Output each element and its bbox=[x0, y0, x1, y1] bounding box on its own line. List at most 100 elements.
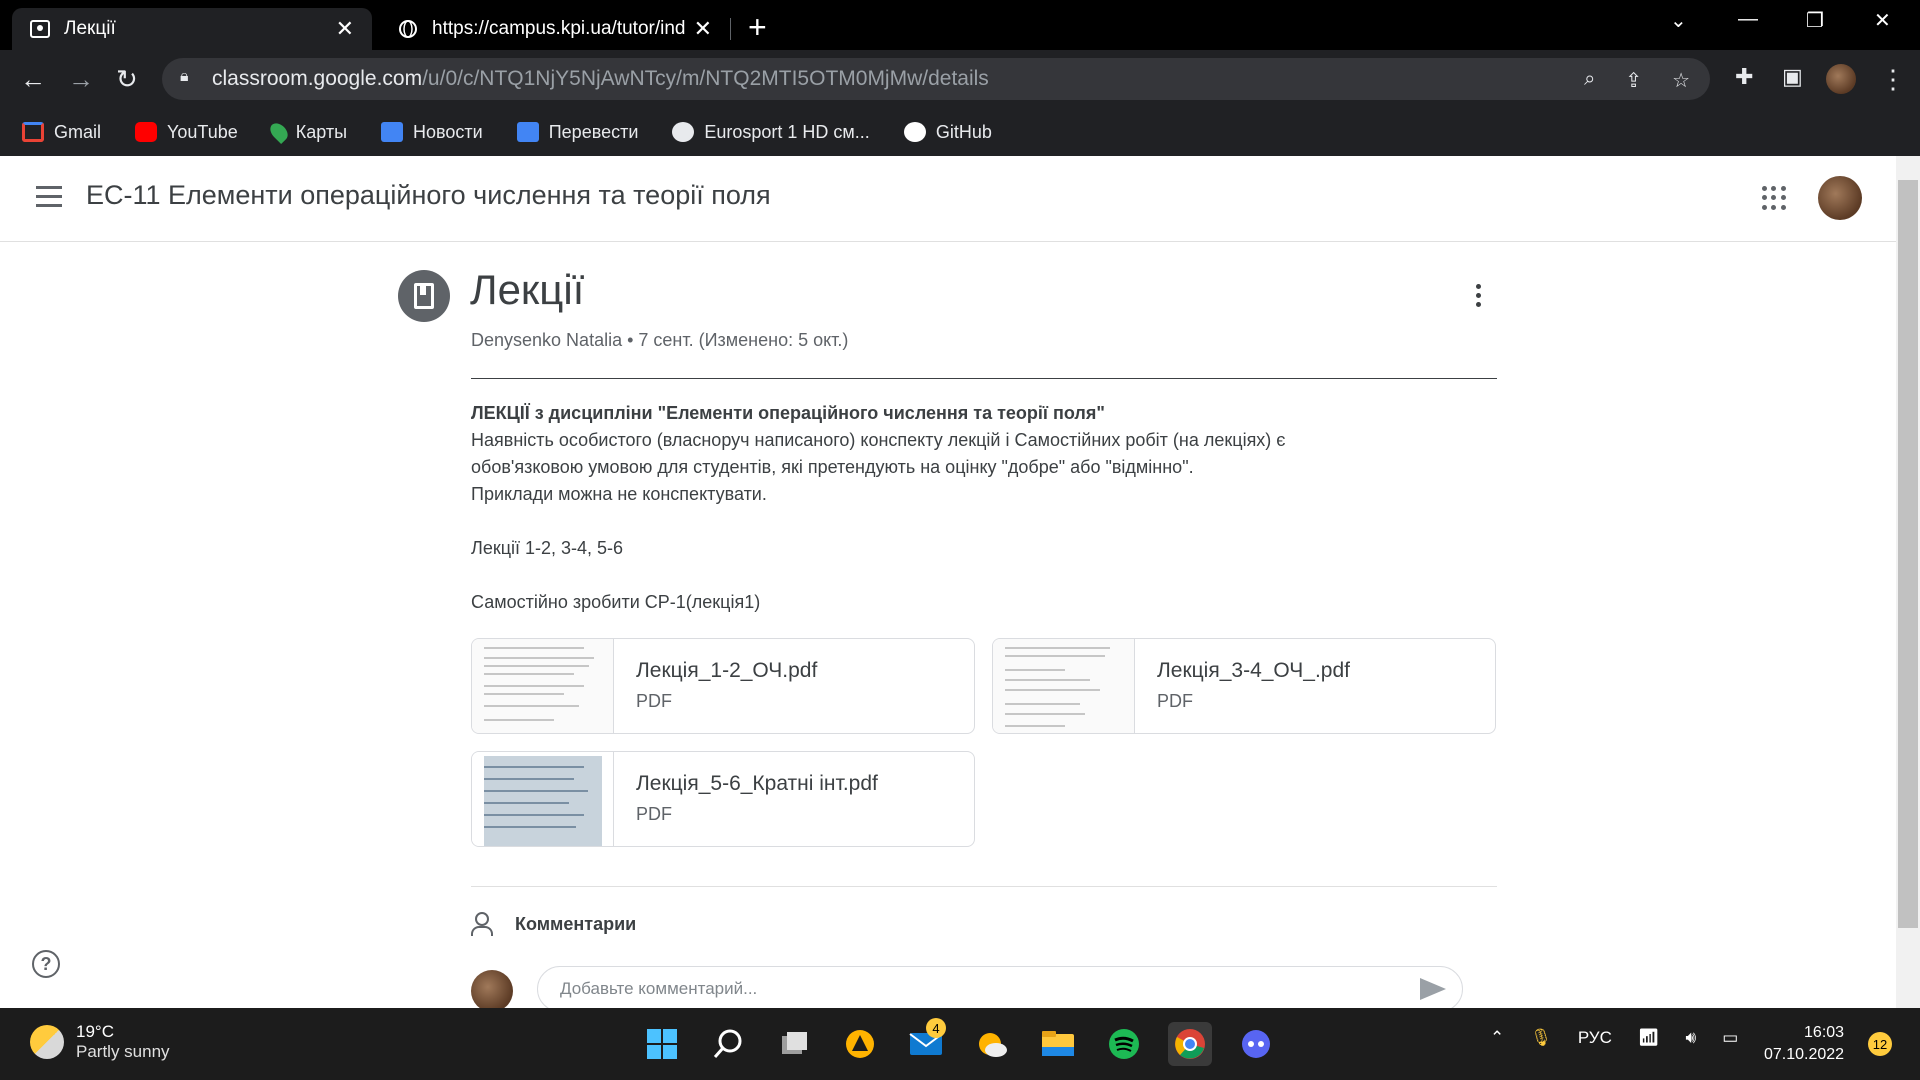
bookmark-eurosport[interactable]: Eurosport 1 HD см... bbox=[672, 122, 870, 143]
google-apps-icon[interactable] bbox=[1762, 186, 1786, 210]
tab-separator bbox=[730, 18, 731, 40]
weather-condition: Partly sunny bbox=[76, 1042, 170, 1061]
description-line: обов'язковою умовою для студентів, які п… bbox=[471, 457, 1194, 477]
chrome-icon[interactable] bbox=[1168, 1022, 1212, 1066]
tab-campus[interactable]: https://campus.kpi.ua/tutor/inde ✕ bbox=[380, 8, 730, 50]
tray-chevron-up-icon[interactable]: ⌃ bbox=[1490, 1028, 1504, 1048]
windows-taskbar: 19°C Partly sunny 4 ⌃ 🎙︎ РУС 📶︎ 🔊︎ ▭ 16:… bbox=[0, 1008, 1920, 1080]
main-menu-icon[interactable] bbox=[36, 186, 62, 213]
volume-icon[interactable]: 🔊︎ bbox=[1685, 1028, 1696, 1048]
search-icon[interactable] bbox=[706, 1022, 750, 1066]
comments-label: Комментарии bbox=[515, 913, 637, 934]
comment-input[interactable]: Добавьте комментарий... bbox=[537, 966, 1463, 1012]
close-tab-icon[interactable]: ✕ bbox=[694, 16, 712, 42]
lock-icon: 🔒︎ bbox=[180, 68, 189, 85]
clock-date: 07.10.2022 bbox=[1764, 1046, 1845, 1063]
description-line: Приклади можна не конспектувати. bbox=[471, 484, 767, 504]
reload-icon[interactable]: ↻ bbox=[116, 64, 138, 95]
attachment-name: Лекція_5-6_Кратні інт.pdf bbox=[636, 772, 878, 795]
partly-sunny-icon bbox=[30, 1025, 64, 1059]
attachment-name: Лекція_3-4_ОЧ_.pdf bbox=[1157, 659, 1350, 682]
zoom-icon[interactable]: ⌕ bbox=[1584, 68, 1595, 93]
eurosport-icon bbox=[672, 122, 695, 142]
post-description: ЛЕКЦІЇ з дисципліни "Елементи операційно… bbox=[471, 400, 1497, 616]
post-meta: Denysenko Natalia • 7 сент. (Изменено: 5… bbox=[471, 330, 849, 350]
browser-toolbar: ← → ↻ ✚ ▣ ⋮ 🔒︎ classroom.google.com/u/0/… bbox=[0, 50, 1920, 156]
back-arrow-icon[interactable]: ← bbox=[20, 64, 46, 95]
restore-button[interactable]: ❐ bbox=[1806, 8, 1824, 33]
description-line: Наявність особистого (власноруч написано… bbox=[471, 430, 1286, 450]
share-icon[interactable]: ⇪ bbox=[1625, 68, 1642, 93]
attachment-card[interactable]: Лекція_1-2_ОЧ.pdf PDF bbox=[471, 638, 975, 734]
lectures-line: Лекції 1-2, 3-4, 5-6 bbox=[471, 538, 624, 558]
attachment-card[interactable]: Лекція_3-4_ОЧ_.pdf PDF bbox=[992, 638, 1496, 734]
attachment-card[interactable]: Лекція_5-6_Кратні інт.pdf PDF bbox=[471, 751, 975, 847]
scrollbar-thumb[interactable] bbox=[1898, 180, 1918, 928]
translate-icon bbox=[516, 122, 539, 142]
tab-lectures[interactable]: Лекції ✕ bbox=[12, 8, 372, 50]
file-explorer-icon[interactable] bbox=[1036, 1022, 1080, 1066]
youtube-icon bbox=[135, 122, 158, 142]
attachment-type: PDF bbox=[1157, 691, 1193, 711]
account-avatar[interactable] bbox=[1818, 176, 1862, 220]
profile-avatar[interactable] bbox=[1826, 64, 1856, 94]
vlc-like-app-icon[interactable] bbox=[838, 1022, 882, 1066]
close-tab-icon[interactable]: ✕ bbox=[336, 16, 354, 42]
windows-start-icon[interactable] bbox=[640, 1022, 684, 1066]
course-title[interactable]: ЕС-11 Елементи операційного числення та … bbox=[86, 180, 771, 211]
bookmark-gmail[interactable]: Gmail bbox=[22, 122, 101, 143]
menu-kebab-icon[interactable]: ⋮ bbox=[1880, 64, 1906, 95]
wifi-icon[interactable]: 📶︎ bbox=[1638, 1028, 1660, 1048]
maps-pin-icon bbox=[266, 119, 291, 145]
task-view-icon[interactable] bbox=[772, 1022, 816, 1066]
globe-icon bbox=[398, 19, 418, 39]
help-icon[interactable]: ? bbox=[32, 950, 60, 978]
spotify-icon[interactable] bbox=[1102, 1022, 1146, 1066]
bookmark-star-icon[interactable]: ☆ bbox=[1672, 68, 1690, 93]
microphone-icon[interactable]: 🎙︎ bbox=[1530, 1028, 1552, 1048]
attachment-type: PDF bbox=[636, 804, 672, 824]
notification-count-badge[interactable]: 12 bbox=[1868, 1032, 1892, 1056]
material-book-icon bbox=[398, 270, 450, 322]
side-panel-icon[interactable]: ▣ bbox=[1782, 64, 1803, 90]
tab-search-chevron-icon[interactable]: ⌄ bbox=[1670, 8, 1687, 33]
language-indicator[interactable]: РУС bbox=[1578, 1028, 1612, 1048]
bookmark-news[interactable]: Новости bbox=[381, 122, 483, 143]
description-heading: ЛЕКЦІЇ з дисципліни "Елементи операційно… bbox=[471, 403, 1105, 423]
pdf-thumbnail bbox=[993, 639, 1135, 733]
send-icon[interactable] bbox=[1420, 978, 1446, 1000]
minimize-button[interactable]: — bbox=[1738, 8, 1758, 31]
bookmark-translate[interactable]: Перевести bbox=[516, 122, 638, 143]
attachment-name: Лекція_1-2_ОЧ.pdf bbox=[636, 659, 818, 682]
address-bar[interactable]: 🔒︎ classroom.google.com/u/0/c/NTQ1NjY5Nj… bbox=[162, 58, 1710, 100]
battery-icon[interactable]: ▭ bbox=[1722, 1028, 1738, 1048]
tab-title: https://campus.kpi.ua/tutor/inde bbox=[432, 18, 686, 39]
discord-icon[interactable] bbox=[1234, 1022, 1278, 1066]
comments-heading: Комментарии bbox=[471, 912, 636, 936]
attachment-type: PDF bbox=[636, 691, 672, 711]
weather-widget[interactable]: 19°C Partly sunny bbox=[30, 1022, 170, 1062]
weather-app-icon[interactable] bbox=[970, 1022, 1014, 1066]
extensions-icon[interactable]: ✚ bbox=[1735, 64, 1753, 90]
url-path: /u/0/c/NTQ1NjY5NjAwNTcy/m/NTQ2MTI5OTM0Mj… bbox=[422, 67, 989, 90]
gmail-icon bbox=[22, 122, 44, 142]
new-tab-button[interactable]: + bbox=[748, 10, 767, 44]
forward-arrow-icon[interactable]: → bbox=[68, 64, 94, 95]
bookmark-maps[interactable]: Карты bbox=[266, 119, 347, 145]
close-window-button[interactable]: ✕ bbox=[1874, 8, 1891, 33]
commenter-avatar bbox=[471, 970, 513, 1012]
bookmarks-bar: Gmail YouTube Карты Новости Перевести Eu… bbox=[0, 110, 1920, 154]
mail-icon[interactable]: 4 bbox=[904, 1018, 948, 1066]
classroom-favicon-icon bbox=[30, 19, 50, 39]
browser-tab-strip: Лекції ✕ https://campus.kpi.ua/tutor/ind… bbox=[0, 0, 1920, 50]
clock-time: 16:03 bbox=[1804, 1024, 1845, 1041]
bookmark-youtube[interactable]: YouTube bbox=[135, 122, 238, 143]
more-options-icon[interactable] bbox=[1476, 284, 1484, 311]
mail-badge: 4 bbox=[926, 1018, 946, 1038]
pdf-thumbnail bbox=[472, 639, 614, 733]
classroom-header: ЕС-11 Елементи операційного числення та … bbox=[0, 156, 1896, 242]
system-tray: ⌃ 🎙︎ РУС 📶︎ 🔊︎ ▭ bbox=[1490, 1028, 1738, 1048]
bookmark-github[interactable]: GitHub bbox=[903, 122, 992, 143]
taskbar-clock[interactable]: 16:03 07.10.2022 bbox=[1764, 1022, 1844, 1066]
task-line: Самостійно зробити СР-1(лекція1) bbox=[471, 592, 761, 612]
